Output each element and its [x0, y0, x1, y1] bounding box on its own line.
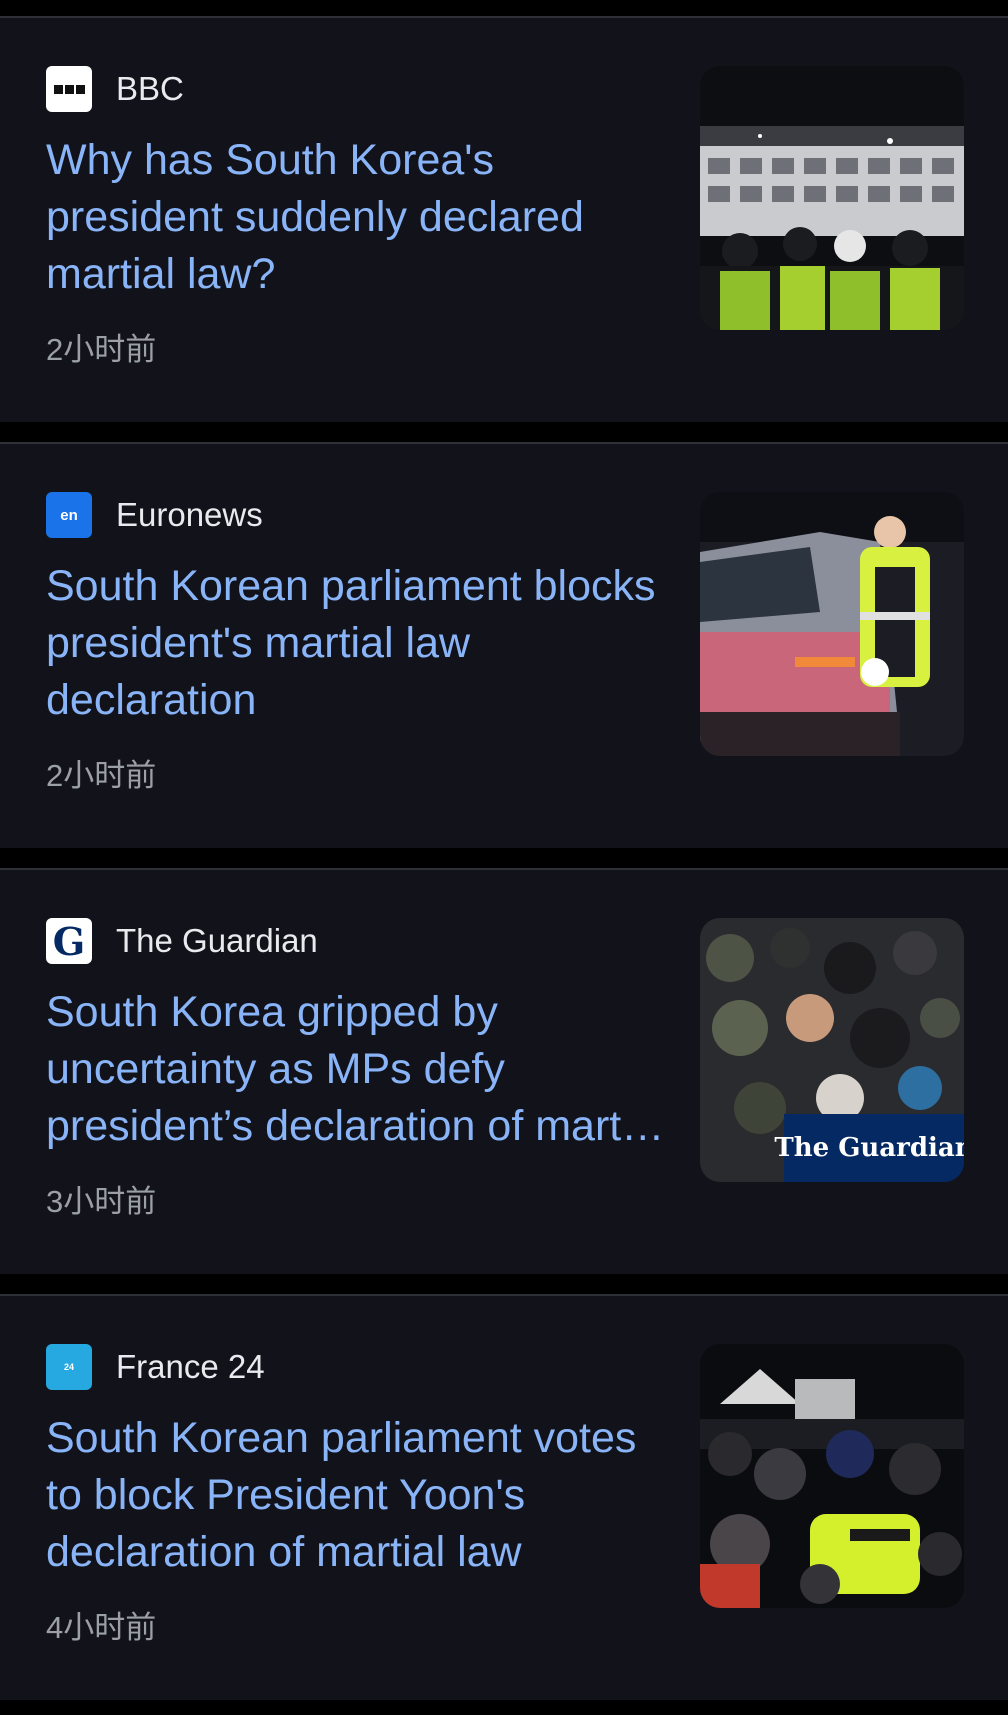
article-thumbnail[interactable] — [700, 492, 964, 756]
euronews-logo-text: en — [60, 506, 78, 524]
headline-link[interactable]: South Korean parliament blocks president… — [46, 558, 666, 729]
source-row: 24 France 24 — [46, 1344, 265, 1390]
news-card[interactable]: 24 France 24 South Korean parliament vot… — [0, 1294, 1008, 1700]
guardian-watermark: The Guardian — [774, 1133, 964, 1163]
article-thumbnail[interactable]: The Guardian — [700, 918, 964, 1182]
top-divider — [0, 0, 1008, 16]
euronews-logo-icon: en — [46, 492, 92, 538]
source-row: BBC — [46, 66, 184, 112]
source-name: The Guardian — [116, 922, 318, 959]
headline-link[interactable]: South Korean parliament votes to block P… — [46, 1410, 666, 1581]
news-card[interactable]: en Euronews South Korean parliament bloc… — [0, 442, 1008, 848]
headline-link[interactable]: South Korea gripped by uncertainty as MP… — [46, 984, 666, 1155]
source-name: Euronews — [116, 496, 263, 533]
source-row: en Euronews — [46, 492, 263, 538]
guardian-logo-text: G — [52, 918, 86, 964]
police-night-photo — [700, 66, 964, 330]
article-thumbnail[interactable] — [700, 66, 964, 330]
source-row: G The Guardian — [46, 918, 318, 964]
headline-link[interactable]: Why has South Korea's president suddenly… — [46, 132, 666, 303]
news-card[interactable]: G The Guardian South Korea gripped by un… — [0, 868, 1008, 1274]
police-car-photo — [700, 492, 964, 756]
source-name: France 24 — [116, 1348, 265, 1385]
crowd-night-photo — [700, 1344, 964, 1608]
crowd-soldiers-photo: The Guardian — [700, 918, 964, 1182]
article-thumbnail[interactable] — [700, 1344, 964, 1608]
timestamp: 4小时前 — [46, 1610, 157, 1645]
timestamp: 2小时前 — [46, 758, 157, 793]
news-card[interactable]: BBC Why has South Korea's president sudd… — [0, 16, 1008, 422]
france24-logo-icon: 24 — [46, 1344, 92, 1390]
timestamp: 2小时前 — [46, 332, 157, 367]
bbc-logo-icon — [46, 66, 92, 112]
source-name: BBC — [116, 70, 184, 107]
guardian-logo-icon: G — [46, 918, 92, 964]
timestamp: 3小时前 — [46, 1184, 157, 1219]
france24-logo-text: 24 — [63, 1362, 74, 1372]
news-feed: BBC Why has South Korea's president sudd… — [0, 0, 1008, 1715]
